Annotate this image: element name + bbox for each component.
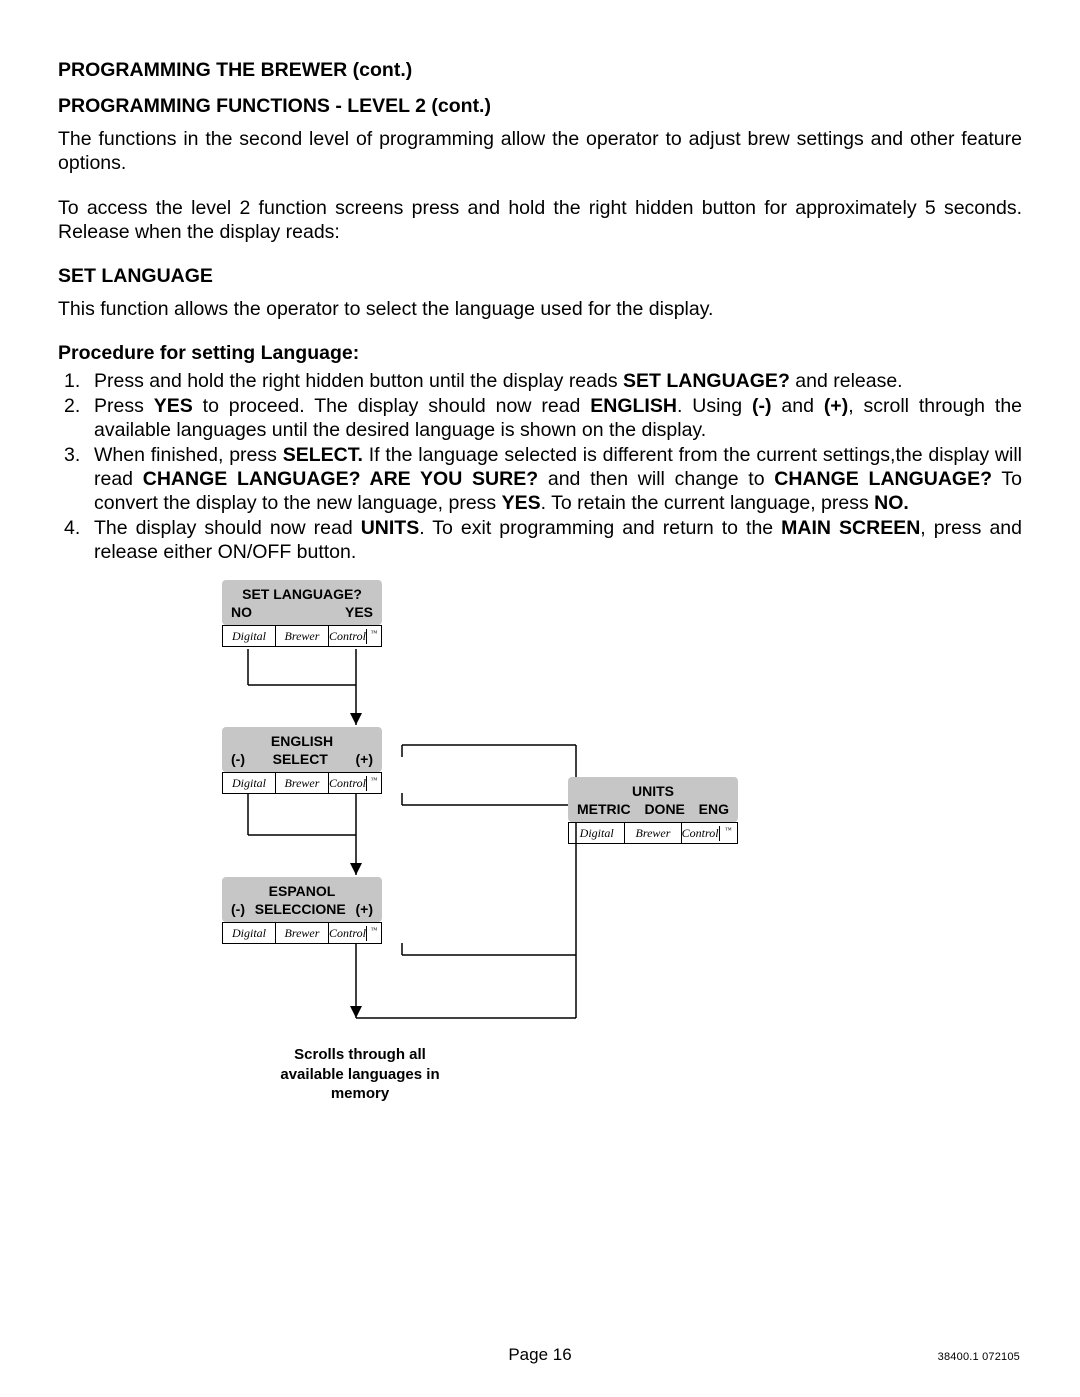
list-item: 1. Press and hold the right hidden butto… xyxy=(58,369,1022,393)
list-item: 3. When finished, press SELECT. If the l… xyxy=(58,443,1022,516)
heading-set-language: SET LANGUAGE xyxy=(58,264,1022,288)
intro-paragraph-1: The functions in the second level of pro… xyxy=(58,127,1022,176)
brand-strip: Digital Brewer Control™ xyxy=(222,922,382,944)
intro-paragraph-2: To access the level 2 function screens p… xyxy=(58,196,1022,245)
list-item: 2. Press YES to proceed. The display sho… xyxy=(58,394,1022,443)
screen-english: ENGLISH (-) SELECT (+) xyxy=(222,727,382,772)
brand-strip: Digital Brewer Control™ xyxy=(568,822,738,844)
heading-programming-brewer: PROGRAMMING THE BREWER (cont.) xyxy=(58,58,1022,82)
heading-programming-functions: PROGRAMMING FUNCTIONS - LEVEL 2 (cont.) xyxy=(58,94,1022,118)
list-item: 4. The display should now read UNITS. To… xyxy=(58,516,1022,565)
page-number: Page 16 xyxy=(0,1344,1080,1365)
flowchart-lines xyxy=(0,565,1080,1185)
screen-espanol: ESPANOL (-) SELECCIONE (+) xyxy=(222,877,382,922)
flowchart: SET LANGUAGE? NO YES Digital Brewer Cont… xyxy=(0,565,1080,1185)
brand-strip: Digital Brewer Control™ xyxy=(222,625,382,647)
brand-strip: Digital Brewer Control™ xyxy=(222,772,382,794)
screen-set-language: SET LANGUAGE? NO YES xyxy=(222,580,382,625)
procedure-list: 1. Press and hold the right hidden butto… xyxy=(58,369,1022,564)
screen-units: UNITS METRIC DONE ENG xyxy=(568,777,738,822)
procedure-heading: Procedure for setting Language: xyxy=(58,341,1022,365)
flowchart-note: Scrolls through all available languages … xyxy=(270,1045,450,1104)
set-language-desc: This function allows the operator to sel… xyxy=(58,297,1022,321)
doc-number: 38400.1 072105 xyxy=(938,1351,1020,1365)
